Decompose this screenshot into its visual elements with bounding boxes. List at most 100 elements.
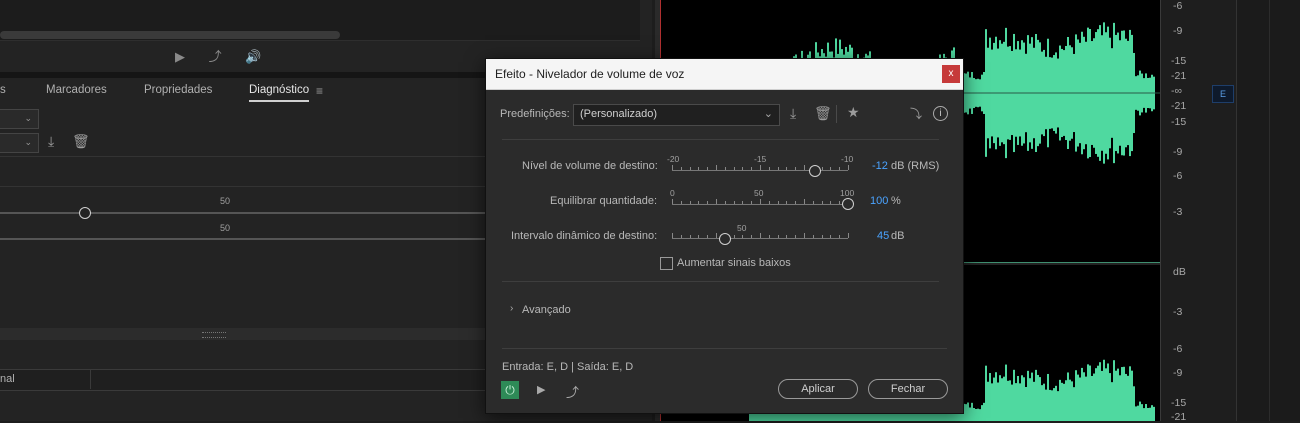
tick xyxy=(804,199,805,204)
apply-button[interactable]: Aplicar xyxy=(778,379,858,399)
trash-icon[interactable]: 🗑 xyxy=(814,105,832,122)
speaker-icon[interactable]: 🔊 xyxy=(245,49,261,64)
advanced-toggle[interactable]: Avançado xyxy=(522,304,571,316)
play-icon[interactable]: ▶ xyxy=(175,49,185,64)
resize-grip-icon[interactable] xyxy=(202,332,226,338)
info-icon[interactable]: i xyxy=(933,106,948,121)
preset-select-left[interactable]: ⌄ xyxy=(0,133,39,153)
dynamic-range-label: Intervalo dinâmico de destino: xyxy=(511,230,658,242)
db-label: -6 xyxy=(1173,0,1183,12)
tick xyxy=(742,201,744,204)
balance-thumb[interactable] xyxy=(842,198,854,210)
play-icon[interactable]: ▶ xyxy=(537,383,545,396)
export-icon[interactable]: ⤴ xyxy=(209,49,222,64)
db-label: -9 xyxy=(1173,146,1183,158)
dialog-title: Efeito - Nivelador de volume de voz xyxy=(495,67,685,81)
close-icon[interactable]: x xyxy=(942,65,960,83)
db-label: -∞ xyxy=(1171,85,1182,97)
target-volume-thumb[interactable] xyxy=(808,165,821,177)
tick xyxy=(742,235,744,238)
preset-value: (Personalizado) xyxy=(580,108,658,120)
balance-track[interactable] xyxy=(672,204,848,205)
tab-markers[interactable]: Marcadores xyxy=(46,84,107,96)
boost-label[interactable]: Aumentar sinais baixos xyxy=(677,257,791,269)
save-preset-icon[interactable]: ⤓ xyxy=(48,133,54,150)
dynamic-range-thumb[interactable] xyxy=(718,233,731,245)
tick xyxy=(804,165,805,170)
balance-value[interactable]: 100 xyxy=(870,195,888,207)
tick xyxy=(821,167,823,170)
channel-badge[interactable]: E xyxy=(1212,85,1234,103)
db-label: -3 xyxy=(1173,306,1183,318)
tick xyxy=(707,201,709,204)
target-volume-value[interactable]: -12 xyxy=(872,160,888,172)
boost-checkbox[interactable] xyxy=(660,257,673,270)
tick xyxy=(760,199,761,204)
toolbar-separator xyxy=(836,105,837,123)
tick xyxy=(698,235,700,238)
db-label: -21 xyxy=(1171,70,1187,82)
tick xyxy=(760,165,761,170)
chevron-down-icon: ⌄ xyxy=(24,113,32,123)
slider-track[interactable] xyxy=(0,212,500,214)
preset-dropdown[interactable]: (Personalizado) ⌄ xyxy=(573,104,780,126)
chevron-right-icon[interactable]: › xyxy=(510,303,513,314)
horizontal-scrollbar[interactable] xyxy=(0,31,340,39)
tick xyxy=(768,201,770,204)
scale-label: 50 xyxy=(754,188,764,198)
tab-partial[interactable]: s xyxy=(0,84,6,96)
tick xyxy=(672,165,673,170)
tick xyxy=(751,201,753,204)
meter-gridline xyxy=(1269,0,1270,421)
dialog-divider xyxy=(502,281,939,282)
balance-label: Equilibrar quantidade: xyxy=(550,195,658,207)
db-label: -6 xyxy=(1173,343,1183,355)
slider-thumb[interactable] xyxy=(79,207,91,219)
chevron-down-icon: ⌄ xyxy=(24,137,32,147)
tick xyxy=(812,201,814,204)
transport-controls: ▶ ⤴ 🔊 xyxy=(175,46,281,65)
db-label: -15 xyxy=(1171,397,1187,409)
db-label: -21 xyxy=(1171,100,1187,112)
tick xyxy=(839,167,841,170)
tab-diagnostics[interactable]: Diagnóstico xyxy=(249,84,310,102)
column-separator[interactable] xyxy=(90,370,91,389)
tick xyxy=(707,167,709,170)
db-unit-label: dB xyxy=(1173,266,1186,278)
scale-label: -20 xyxy=(667,154,680,164)
tick xyxy=(698,167,700,170)
dynamic-range-track[interactable] xyxy=(672,238,848,239)
effect-select[interactable]: ⌄ xyxy=(0,109,39,129)
tick xyxy=(733,235,735,238)
db-label: -15 xyxy=(1171,116,1187,128)
export-icon[interactable]: ⤴ xyxy=(566,382,579,401)
trash-icon[interactable]: 🗑 xyxy=(72,133,90,150)
dialog-titlebar[interactable]: Efeito - Nivelador de volume de voz x xyxy=(486,59,963,90)
slider-track[interactable] xyxy=(0,238,500,240)
tick xyxy=(733,167,735,170)
tick xyxy=(777,201,779,204)
tick xyxy=(751,167,753,170)
power-icon[interactable]: ⏻ xyxy=(501,381,519,399)
tick xyxy=(830,201,832,204)
db-label: -6 xyxy=(1173,170,1183,182)
star-icon[interactable]: ★ xyxy=(847,104,860,121)
dynamic-range-value[interactable]: 45 xyxy=(877,230,889,242)
column-header[interactable]: nal xyxy=(0,373,15,385)
close-button[interactable]: Fechar xyxy=(868,379,948,399)
tick xyxy=(760,233,761,238)
tick xyxy=(786,235,788,238)
tick xyxy=(689,235,691,238)
db-label: -3 xyxy=(1173,206,1183,218)
tab-properties[interactable]: Propriedades xyxy=(144,84,212,96)
tick xyxy=(848,233,849,238)
tick xyxy=(777,235,779,238)
routing-icon[interactable]: ⤵ xyxy=(910,105,922,122)
hamburger-icon[interactable]: ≡ xyxy=(316,84,323,98)
tick xyxy=(768,167,770,170)
target-volume-track[interactable] xyxy=(672,170,848,171)
tick xyxy=(777,167,779,170)
db-label: -15 xyxy=(1171,55,1187,67)
tick xyxy=(839,201,841,204)
save-preset-icon[interactable]: ⤓ xyxy=(790,105,796,122)
